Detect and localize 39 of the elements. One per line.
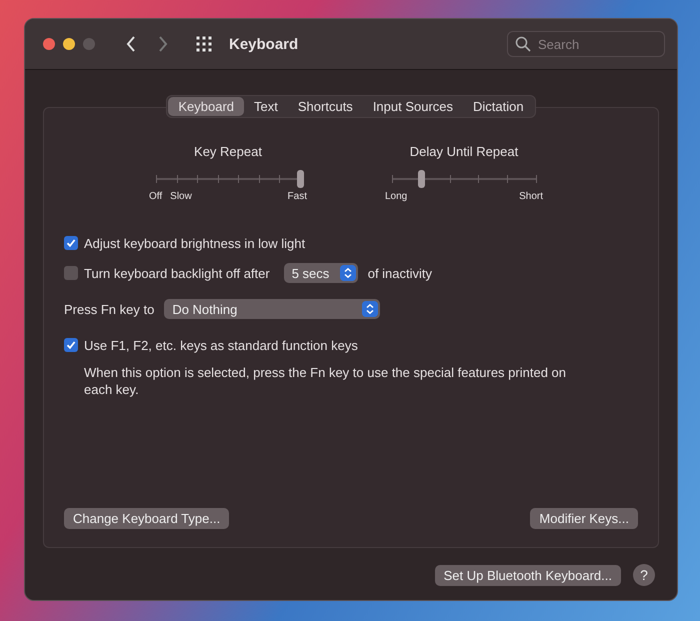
popup-menu[interactable]: Do Nothing bbox=[164, 299, 380, 319]
forward-icon[interactable] bbox=[157, 35, 169, 53]
checkbox-suffix: of inactivity bbox=[368, 266, 432, 280]
slider-thumb[interactable] bbox=[297, 170, 304, 188]
slider-label: Fast bbox=[288, 191, 307, 202]
tab[interactable]: Keyboard bbox=[168, 97, 244, 116]
popup-menu[interactable]: 5 secs bbox=[284, 263, 358, 283]
slider-label: Long bbox=[385, 191, 408, 202]
close-button[interactable] bbox=[43, 38, 55, 50]
slider[interactable] bbox=[392, 169, 536, 189]
checkbox[interactable] bbox=[64, 266, 78, 280]
minimize-button[interactable] bbox=[63, 38, 75, 50]
slider-label: Slow bbox=[170, 191, 192, 202]
slider-label: Off bbox=[149, 191, 162, 202]
help-button[interactable]: ? bbox=[633, 564, 655, 586]
checkbox[interactable] bbox=[64, 338, 78, 352]
slider-title: Key Repeat bbox=[194, 144, 262, 159]
checkbox-label: Adjust keyboard brightness in low light bbox=[84, 236, 306, 250]
search-field[interactable]: Search bbox=[507, 31, 665, 57]
slider-thumb[interactable] bbox=[418, 170, 425, 188]
back-icon[interactable] bbox=[125, 35, 137, 53]
panel-button[interactable]: Modifier Keys... bbox=[530, 508, 638, 529]
tab[interactable]: Text bbox=[244, 97, 288, 116]
panel-button[interactable]: Change Keyboard Type... bbox=[64, 508, 230, 529]
tab[interactable]: Dictation bbox=[463, 97, 534, 116]
checkbox-label: Use F1, F2, etc. keys as standard function keys bbox=[84, 338, 358, 352]
slider-title: Delay Until Repeat bbox=[410, 144, 518, 159]
option-description: When this option is selected, press the Fn key to use the special features printed on each key. bbox=[84, 364, 567, 398]
stepper-icon bbox=[362, 301, 378, 317]
tab[interactable]: Input Sources bbox=[362, 97, 464, 116]
window-title: Keyboard bbox=[229, 36, 300, 52]
tab[interactable]: Shortcuts bbox=[288, 97, 363, 116]
grid-icon[interactable] bbox=[195, 35, 213, 53]
bluetooth-setup-button[interactable]: Set Up Bluetooth Keyboard... bbox=[434, 564, 621, 586]
slider-label: Short bbox=[519, 191, 543, 202]
checkbox[interactable] bbox=[64, 236, 78, 250]
stepper-icon bbox=[340, 265, 356, 281]
checkbox-label: Turn keyboard backlight off after bbox=[84, 266, 270, 280]
popup-label: Press Fn key to bbox=[64, 302, 154, 316]
